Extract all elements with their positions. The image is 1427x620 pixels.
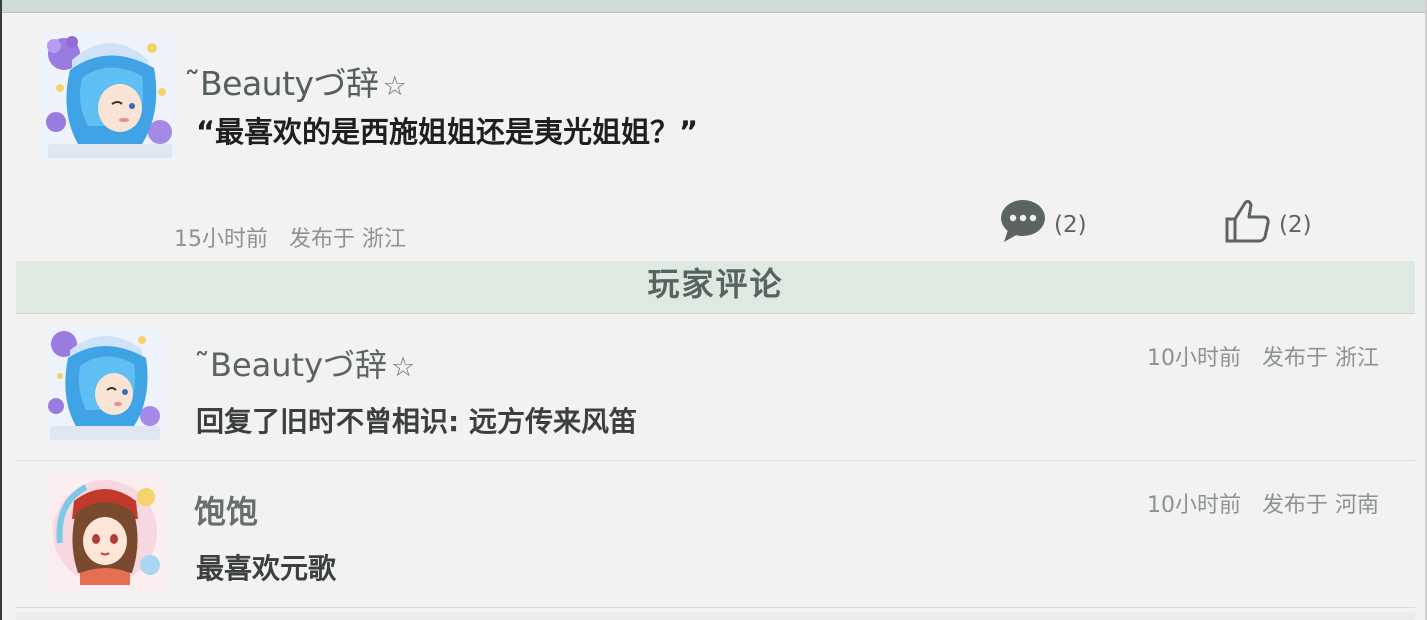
post-location: 发布于 浙江 [289, 227, 406, 252]
top-strip [2, 0, 1425, 13]
mermaid-avatar-icon[interactable] [42, 32, 178, 162]
post-detail-page: ˜Beautyづ辞 ☆ “最喜欢的是西施姐姐还是夷光姐姐？” 15小时前 发布于 … [0, 0, 1427, 620]
girl-avatar-icon[interactable] [46, 473, 164, 591]
comment-author-label: ˜Beautyづ辞 [194, 346, 388, 384]
comment-button[interactable]: (2) [998, 197, 1087, 245]
star-icon: ☆ [391, 352, 416, 383]
post-meta: 15小时前 发布于 浙江 [174, 221, 420, 253]
comment-location: 发布于 浙江 [1262, 346, 1379, 371]
post-time: 15小时前 [174, 227, 268, 252]
comment-item[interactable]: 饱饱 10小时前 发布于 河南 最喜欢元歌 [16, 461, 1415, 608]
comment-bubble-icon [1001, 200, 1045, 242]
like-button[interactable]: (2) [1223, 197, 1312, 245]
comment-author-name[interactable]: ˜Beautyづ辞 ☆ [194, 340, 415, 386]
comment-item[interactable]: ˜Beautyづ辞 ☆ 10小时前 发布于 浙江 回复了旧时不曾相识: 远方传来风… [16, 314, 1415, 461]
post-content: “最喜欢的是西施姐姐还是夷光姐姐？” [196, 115, 699, 149]
thumbs-up-icon [1225, 199, 1270, 243]
comments-section-title: 玩家评论 [16, 261, 1415, 314]
mermaid-avatar-icon[interactable] [46, 326, 164, 444]
like-count: (2) [1279, 212, 1312, 238]
post-author-name[interactable]: ˜Beautyづ辞 ☆ [184, 57, 407, 105]
list-bottom-divider [16, 612, 1415, 620]
comment-meta: 10小时前 发布于 河南 [1133, 487, 1379, 519]
comment-count: (2) [1054, 212, 1087, 238]
comment-time: 10小时前 [1147, 346, 1241, 371]
post-author-label: ˜Beautyづ辞 [184, 64, 379, 103]
comment-text: 回复了旧时不曾相识: 远方传来风笛 [196, 405, 637, 438]
comment-location: 发布于 河南 [1262, 493, 1379, 518]
star-icon: ☆ [382, 71, 407, 102]
comment-author-name[interactable]: 饱饱 [194, 487, 258, 533]
post-card: ˜Beautyづ辞 ☆ “最喜欢的是西施姐姐还是夷光姐姐？” 15小时前 发布于 … [2, 13, 1425, 261]
comment-meta: 10小时前 发布于 浙江 [1133, 340, 1379, 372]
comment-text: 最喜欢元歌 [196, 552, 337, 585]
comment-time: 10小时前 [1147, 493, 1241, 518]
